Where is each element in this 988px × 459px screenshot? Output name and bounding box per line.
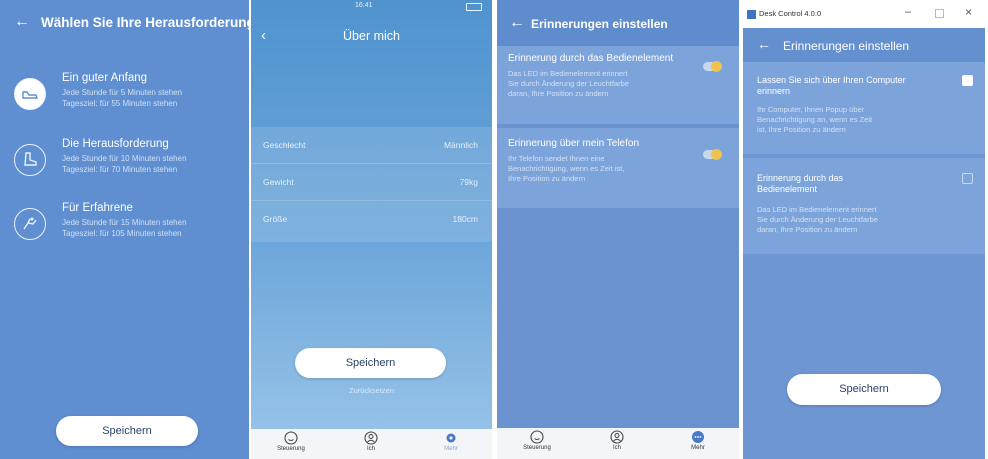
option-desc-1: Ihr Computer, Ihnen Popup über	[757, 105, 865, 114]
reminder-section-phone: Erinnerung über mein Telefon Ihr Telefon…	[497, 128, 739, 208]
close-icon[interactable]: ×	[965, 5, 972, 19]
tab-me[interactable]: Ich	[597, 430, 637, 451]
maximize-icon[interactable]	[935, 9, 944, 18]
tab-more[interactable]: Mehr	[431, 431, 471, 452]
section-desc-2: Sie durch Änderung der Leuchtfarbe	[508, 79, 629, 88]
header: ← Erinnerungen einstellen	[743, 28, 985, 62]
window-title: Desk Control 4.0.0	[759, 9, 822, 18]
option-desc-3: daran, Ihre Position zu ändern	[757, 225, 858, 234]
challenge-screen: ← Wählen Sie Ihre Herausforderung Ein gu…	[0, 0, 249, 459]
option-desc-2: Benachrichtigung an, wenn es Zeit	[757, 115, 873, 124]
reminder-screen-desktop: Desk Control 4.0.0 – × ← Erinnerungen ei…	[743, 0, 985, 459]
header: ← Wählen Sie Ihre Herausforderung	[0, 0, 249, 46]
minimize-icon[interactable]: –	[905, 6, 911, 18]
tab-control[interactable]: Steuerung	[517, 430, 557, 451]
row-label: Gewicht	[263, 177, 294, 187]
save-button[interactable]: Speichern	[295, 348, 446, 378]
control-reminder-toggle[interactable]	[703, 61, 722, 72]
app-logo-icon	[747, 10, 756, 19]
challenge-title: Für Erfahrene	[62, 202, 133, 214]
reset-link[interactable]: Zurücksetzen	[251, 386, 492, 395]
header: ← Erinnerungen einstellen	[497, 0, 739, 46]
page-title: Erinnerungen einstellen	[783, 39, 910, 53]
reminder-option-control: Erinnerung durch das Bedienelement Das L…	[743, 158, 985, 254]
row-label: Größe	[263, 214, 288, 224]
status-time: 16:41	[355, 2, 373, 9]
tab-bar: Steuerung Ich Mehr	[251, 429, 492, 459]
boot-icon	[14, 144, 46, 176]
more-icon	[692, 431, 704, 443]
reminder-screen-mobile: ← Erinnerungen einstellen Erinnerung dur…	[497, 0, 739, 459]
challenge-goal: Tagesziel: für 105 Minuten stehen	[62, 229, 182, 238]
challenge-option-2[interactable]: Die Herausforderung Jede Stunde für 10 M…	[14, 138, 243, 194]
challenge-title: Die Herausforderung	[62, 138, 169, 150]
row-label: Geschlecht	[263, 140, 306, 150]
window-titlebar: Desk Control 4.0.0 – ×	[743, 0, 985, 28]
challenge-desc: Jede Stunde für 5 Minuten stehen	[62, 88, 183, 97]
challenge-desc: Jede Stunde für 15 Minuten stehen	[62, 218, 187, 227]
tab-control[interactable]: Steuerung	[271, 431, 311, 452]
page-title: Wählen Sie Ihre Herausforderung	[41, 15, 249, 30]
control-reminder-checkbox[interactable]	[962, 173, 973, 184]
option-desc-3: ist, Ihre Position zu ändern	[757, 125, 846, 134]
back-arrow-icon[interactable]: ←	[509, 14, 525, 32]
back-arrow-icon[interactable]: ←	[757, 36, 771, 52]
row-value: 180cm	[452, 214, 478, 224]
challenge-option-1[interactable]: Ein guter Anfang Jede Stunde für 5 Minut…	[14, 72, 243, 128]
phone-reminder-toggle[interactable]	[703, 149, 722, 160]
about-me-screen: 16:41 ‹ Über mich Geschlecht Männlich Ge…	[251, 0, 492, 459]
runner-icon	[14, 208, 46, 240]
save-button[interactable]: Speichern	[787, 374, 941, 405]
profile-row-height[interactable]: Größe 180cm	[251, 201, 492, 237]
challenge-goal: Tagesziel: für 55 Minuten stehen	[62, 99, 178, 108]
section-desc-1: Das LED im Bedienelement erinnert	[508, 69, 628, 78]
row-value: 79kg	[459, 177, 478, 187]
section-desc-3: daran, Ihre Position zu ändern	[508, 89, 609, 98]
gear-icon	[446, 433, 456, 443]
smiley-icon	[284, 431, 298, 445]
profile-table: Geschlecht Männlich Gewicht 79kg Größe 1…	[251, 127, 492, 242]
tab-label: Steuerung	[523, 445, 551, 451]
reminder-section-control: Erinnerung durch das Bedienelement Das L…	[497, 46, 739, 124]
status-bar: 16:41	[251, 2, 492, 14]
tab-label: Ich	[612, 445, 621, 451]
back-arrow-icon[interactable]: ←	[14, 13, 30, 31]
tab-bar: Steuerung Ich Mehr	[497, 428, 739, 459]
page-title: Erinnerungen einstellen	[531, 17, 668, 31]
option-title-2: Bedienelement	[757, 184, 818, 194]
section-desc-2: Benachrichtigung, wenn es Zeit ist,	[508, 164, 625, 173]
challenge-title: Ein guter Anfang	[62, 72, 148, 84]
battery-icon	[466, 3, 482, 11]
save-button[interactable]: Speichern	[56, 416, 198, 446]
tab-label: Ich	[366, 446, 375, 452]
shoe-icon	[14, 78, 46, 110]
option-desc-1: Das LED im Bedienelement erinnert	[757, 205, 877, 214]
tab-label: Mehr	[444, 446, 458, 452]
section-title: Erinnerung über mein Telefon	[508, 138, 640, 149]
user-icon	[364, 431, 378, 445]
row-value: Männlich	[443, 140, 478, 150]
profile-row-gender[interactable]: Geschlecht Männlich	[251, 127, 492, 164]
computer-reminder-checkbox[interactable]	[962, 75, 973, 86]
section-title: Erinnerung durch das Bedienelement	[508, 53, 674, 64]
tab-more[interactable]: Mehr	[678, 430, 718, 451]
section-desc-1: Ihr Telefon sendet Ihnen eine	[508, 154, 605, 163]
user-icon	[610, 430, 624, 444]
reminder-option-computer: Lassen Sie sich über Ihren Computer erin…	[743, 62, 985, 154]
option-desc-2: Sie durch Änderung der Leuchtfarbe	[757, 215, 878, 224]
page-title: Über mich	[343, 29, 400, 43]
challenge-desc: Jede Stunde für 10 Minuten stehen	[62, 154, 187, 163]
profile-row-weight[interactable]: Gewicht 79kg	[251, 164, 492, 201]
tab-label: Steuerung	[277, 446, 305, 452]
section-desc-3: Ihre Position zu ändern	[508, 174, 586, 183]
tab-label: Mehr	[691, 445, 705, 451]
challenge-goal: Tagesziel: für 70 Minuten stehen	[62, 165, 178, 174]
option-title-2: erinnern	[757, 86, 791, 96]
challenge-option-3[interactable]: Für Erfahrene Jede Stunde für 15 Minuten…	[14, 202, 243, 258]
option-title-1: Erinnerung durch das	[757, 173, 844, 183]
smiley-icon	[530, 430, 544, 444]
option-title-1: Lassen Sie sich über Ihren Computer	[757, 75, 906, 85]
tab-me[interactable]: Ich	[351, 431, 391, 452]
